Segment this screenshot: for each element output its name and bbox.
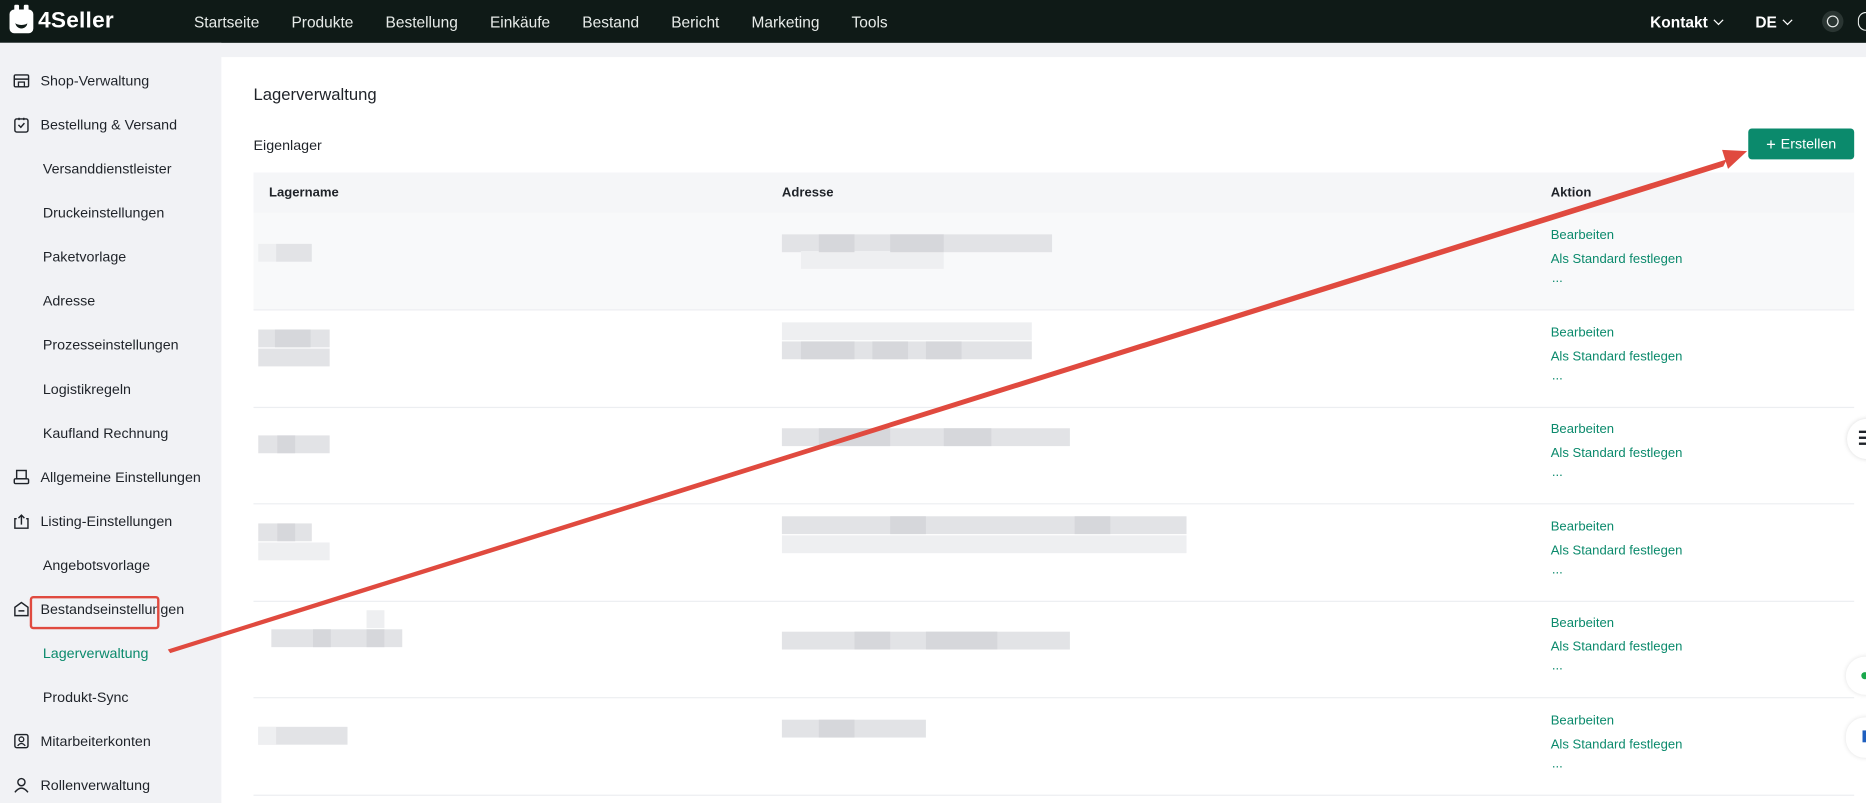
nav-item-produkte[interactable]: Produkte <box>291 12 353 30</box>
section-label: Eigenlager <box>253 136 322 154</box>
sidebar-item-listing-einstellungen[interactable]: Listing-Einstellungen <box>0 507 221 536</box>
annotation-highlight-box <box>29 595 160 630</box>
sidebar-item-label: Prozesseinstellungen <box>42 336 179 354</box>
set-default-link[interactable]: Als Standard festlegen <box>1551 543 1683 557</box>
sidebar-item-label: Produkt-Sync <box>42 688 129 706</box>
sidebar-item-label: Bestellung & Versand <box>40 116 178 134</box>
language-label: DE <box>1755 12 1777 31</box>
page-title: Lagerverwaltung <box>253 84 377 104</box>
sidebar-item-label: Paketvorlage <box>42 248 127 266</box>
contact-label: Kontakt <box>1650 12 1708 31</box>
sidebar-item-produkt-sync[interactable]: Produkt-Sync <box>0 683 221 712</box>
sidebar-item-label: Allgemeine Einstellungen <box>40 468 201 486</box>
logo-text: 4Seller <box>38 8 114 34</box>
top-right-controls: Kontakt DE <box>1650 0 1866 43</box>
settings-gear-icon[interactable] <box>1822 10 1844 33</box>
sidebar-item-paketvorlage[interactable]: Paketvorlage <box>0 243 221 272</box>
column-header-address: Adresse <box>781 185 834 200</box>
nav-item-tools[interactable]: Tools <box>852 12 888 30</box>
sidebar-item-label: Listing-Einstellungen <box>40 512 173 530</box>
sidebar-item-lagerverwaltung[interactable]: Lagerverwaltung <box>0 639 221 668</box>
more-actions-link[interactable]: ... <box>1552 271 1563 285</box>
more-actions-link[interactable]: ... <box>1552 562 1563 576</box>
column-header-action: Aktion <box>1550 185 1592 200</box>
more-actions-link[interactable]: ... <box>1552 757 1563 771</box>
set-default-link[interactable]: Als Standard festlegen <box>1551 252 1683 266</box>
user-icon <box>13 777 30 794</box>
edit-link[interactable]: Bearbeiten <box>1551 423 1614 437</box>
order-bag-icon <box>13 117 30 134</box>
sidebar-item-druckeinstellungen[interactable]: Druckeinstellungen <box>0 199 221 228</box>
nav-item-bestellung[interactable]: Bestellung <box>386 12 458 30</box>
sidebar-item-bestellung-versand[interactable]: Bestellung & Versand <box>0 111 221 140</box>
nav-item-bestand[interactable]: Bestand <box>582 12 639 30</box>
set-default-link[interactable]: Als Standard festlegen <box>1551 349 1683 363</box>
store-icon <box>13 73 30 90</box>
logo-bag-icon <box>9 4 34 34</box>
set-default-link[interactable]: Als Standard festlegen <box>1551 738 1683 752</box>
more-actions-link[interactable]: ... <box>1552 465 1563 479</box>
edit-link[interactable]: Bearbeiten <box>1551 520 1614 534</box>
table-row: Bearbeiten Als Standard festlegen... <box>253 504 1855 602</box>
edit-link[interactable]: Bearbeiten <box>1551 617 1614 631</box>
table-row: Bearbeiten Als Standard festlegen... <box>253 601 1855 699</box>
sidebar-item-adresse[interactable]: Adresse <box>0 287 221 316</box>
more-actions-link[interactable]: ... <box>1552 660 1563 674</box>
top-bar: 4Seller Startseite Produkte Bestellung Eink… <box>0 0 1866 43</box>
edit-link[interactable]: Bearbeiten <box>1551 714 1614 728</box>
sidebar: Shop-Verwaltung Bestellung & Versand Versa… <box>0 42 222 803</box>
nav-item-bericht[interactable]: Bericht <box>671 12 719 30</box>
set-default-link[interactable]: Als Standard festlegen <box>1551 640 1683 654</box>
table-row: Bearbeiten Als Standard festlegen... <box>253 407 1855 505</box>
sidebar-item-label: Logistikregeln <box>42 380 131 398</box>
nav-item-einkäufe[interactable]: Einkäufe <box>490 12 550 30</box>
create-button[interactable]: + Erstellen <box>1748 128 1855 160</box>
sidebar-item-label: Adresse <box>42 292 96 310</box>
sidebar-item-label: Shop-Verwaltung <box>40 72 150 90</box>
chevron-down-icon <box>1782 14 1793 25</box>
column-header-name: Lagername <box>268 185 339 200</box>
contact-menu[interactable]: Kontakt <box>1650 12 1724 31</box>
table-row: Bearbeiten Als Standard festlegen... <box>253 212 1855 311</box>
plus-icon: + <box>1766 134 1776 154</box>
sidebar-item-label: Angebotsvorlage <box>42 556 151 574</box>
sidebar-item-rollenverwaltung[interactable]: Rollenverwaltung <box>0 771 221 800</box>
sidebar-item-label: Lagerverwaltung <box>42 644 149 662</box>
sidebar-item-kaufland-rechnung[interactable]: Kaufland Rechnung <box>0 419 221 448</box>
edit-link[interactable]: Bearbeiten <box>1551 325 1614 339</box>
edit-link[interactable]: Bearbeiten <box>1551 228 1614 242</box>
chevron-down-icon <box>1713 14 1724 25</box>
language-menu[interactable]: DE <box>1755 12 1793 31</box>
sidebar-item-logistikregeln[interactable]: Logistikregeln <box>0 375 221 404</box>
upload-box-icon <box>13 513 30 530</box>
sidebar-item-label: Mitarbeiterkonten <box>40 732 151 750</box>
sidebar-item-label: Kaufland Rechnung <box>42 424 169 442</box>
sidebar-item-angebotsvorlage[interactable]: Angebotsvorlage <box>0 551 221 580</box>
nav-item-startseite[interactable]: Startseite <box>194 12 259 30</box>
account-icon[interactable] <box>1857 11 1866 31</box>
main-nav: Startseite Produkte Bestellung Einkäufe Best… <box>194 0 920 43</box>
table-row: Bearbeiten Als Standard festlegen... <box>253 310 1855 408</box>
table-header: Lagername Adresse Aktion <box>253 172 1855 213</box>
sidebar-item-versanddienstleister[interactable]: Versanddienstleister <box>0 155 221 184</box>
nav-item-marketing[interactable]: Marketing <box>751 12 819 30</box>
more-actions-link[interactable]: ... <box>1552 368 1563 382</box>
sidebar-item-label: Druckeinstellungen <box>42 204 165 222</box>
badge-icon <box>13 733 30 750</box>
create-button-label: Erstellen <box>1780 135 1837 153</box>
sidebar-item-mitarbeiterkonten[interactable]: Mitarbeiterkonten <box>0 727 221 756</box>
table-row: Bearbeiten Als Standard festlegen... <box>253 698 1855 796</box>
warehouse-icon <box>13 601 30 618</box>
set-default-link[interactable]: Als Standard festlegen <box>1551 446 1683 460</box>
app-logo[interactable]: 4Seller <box>9 4 114 37</box>
sidebar-item-shop-verwaltung[interactable]: Shop-Verwaltung <box>0 67 221 96</box>
printer-icon <box>13 469 30 486</box>
sidebar-item-allgemeine-einstellungen[interactable]: Allgemeine Einstellungen <box>0 463 221 492</box>
sidebar-item-label: Rollenverwaltung <box>40 776 151 794</box>
sidebar-item-prozesseinstellungen[interactable]: Prozesseinstellungen <box>0 331 221 360</box>
sidebar-item-label: Versanddienstleister <box>42 160 172 178</box>
main-panel: Lagerverwaltung Eigenlager + Erstellen L… <box>221 57 1866 803</box>
